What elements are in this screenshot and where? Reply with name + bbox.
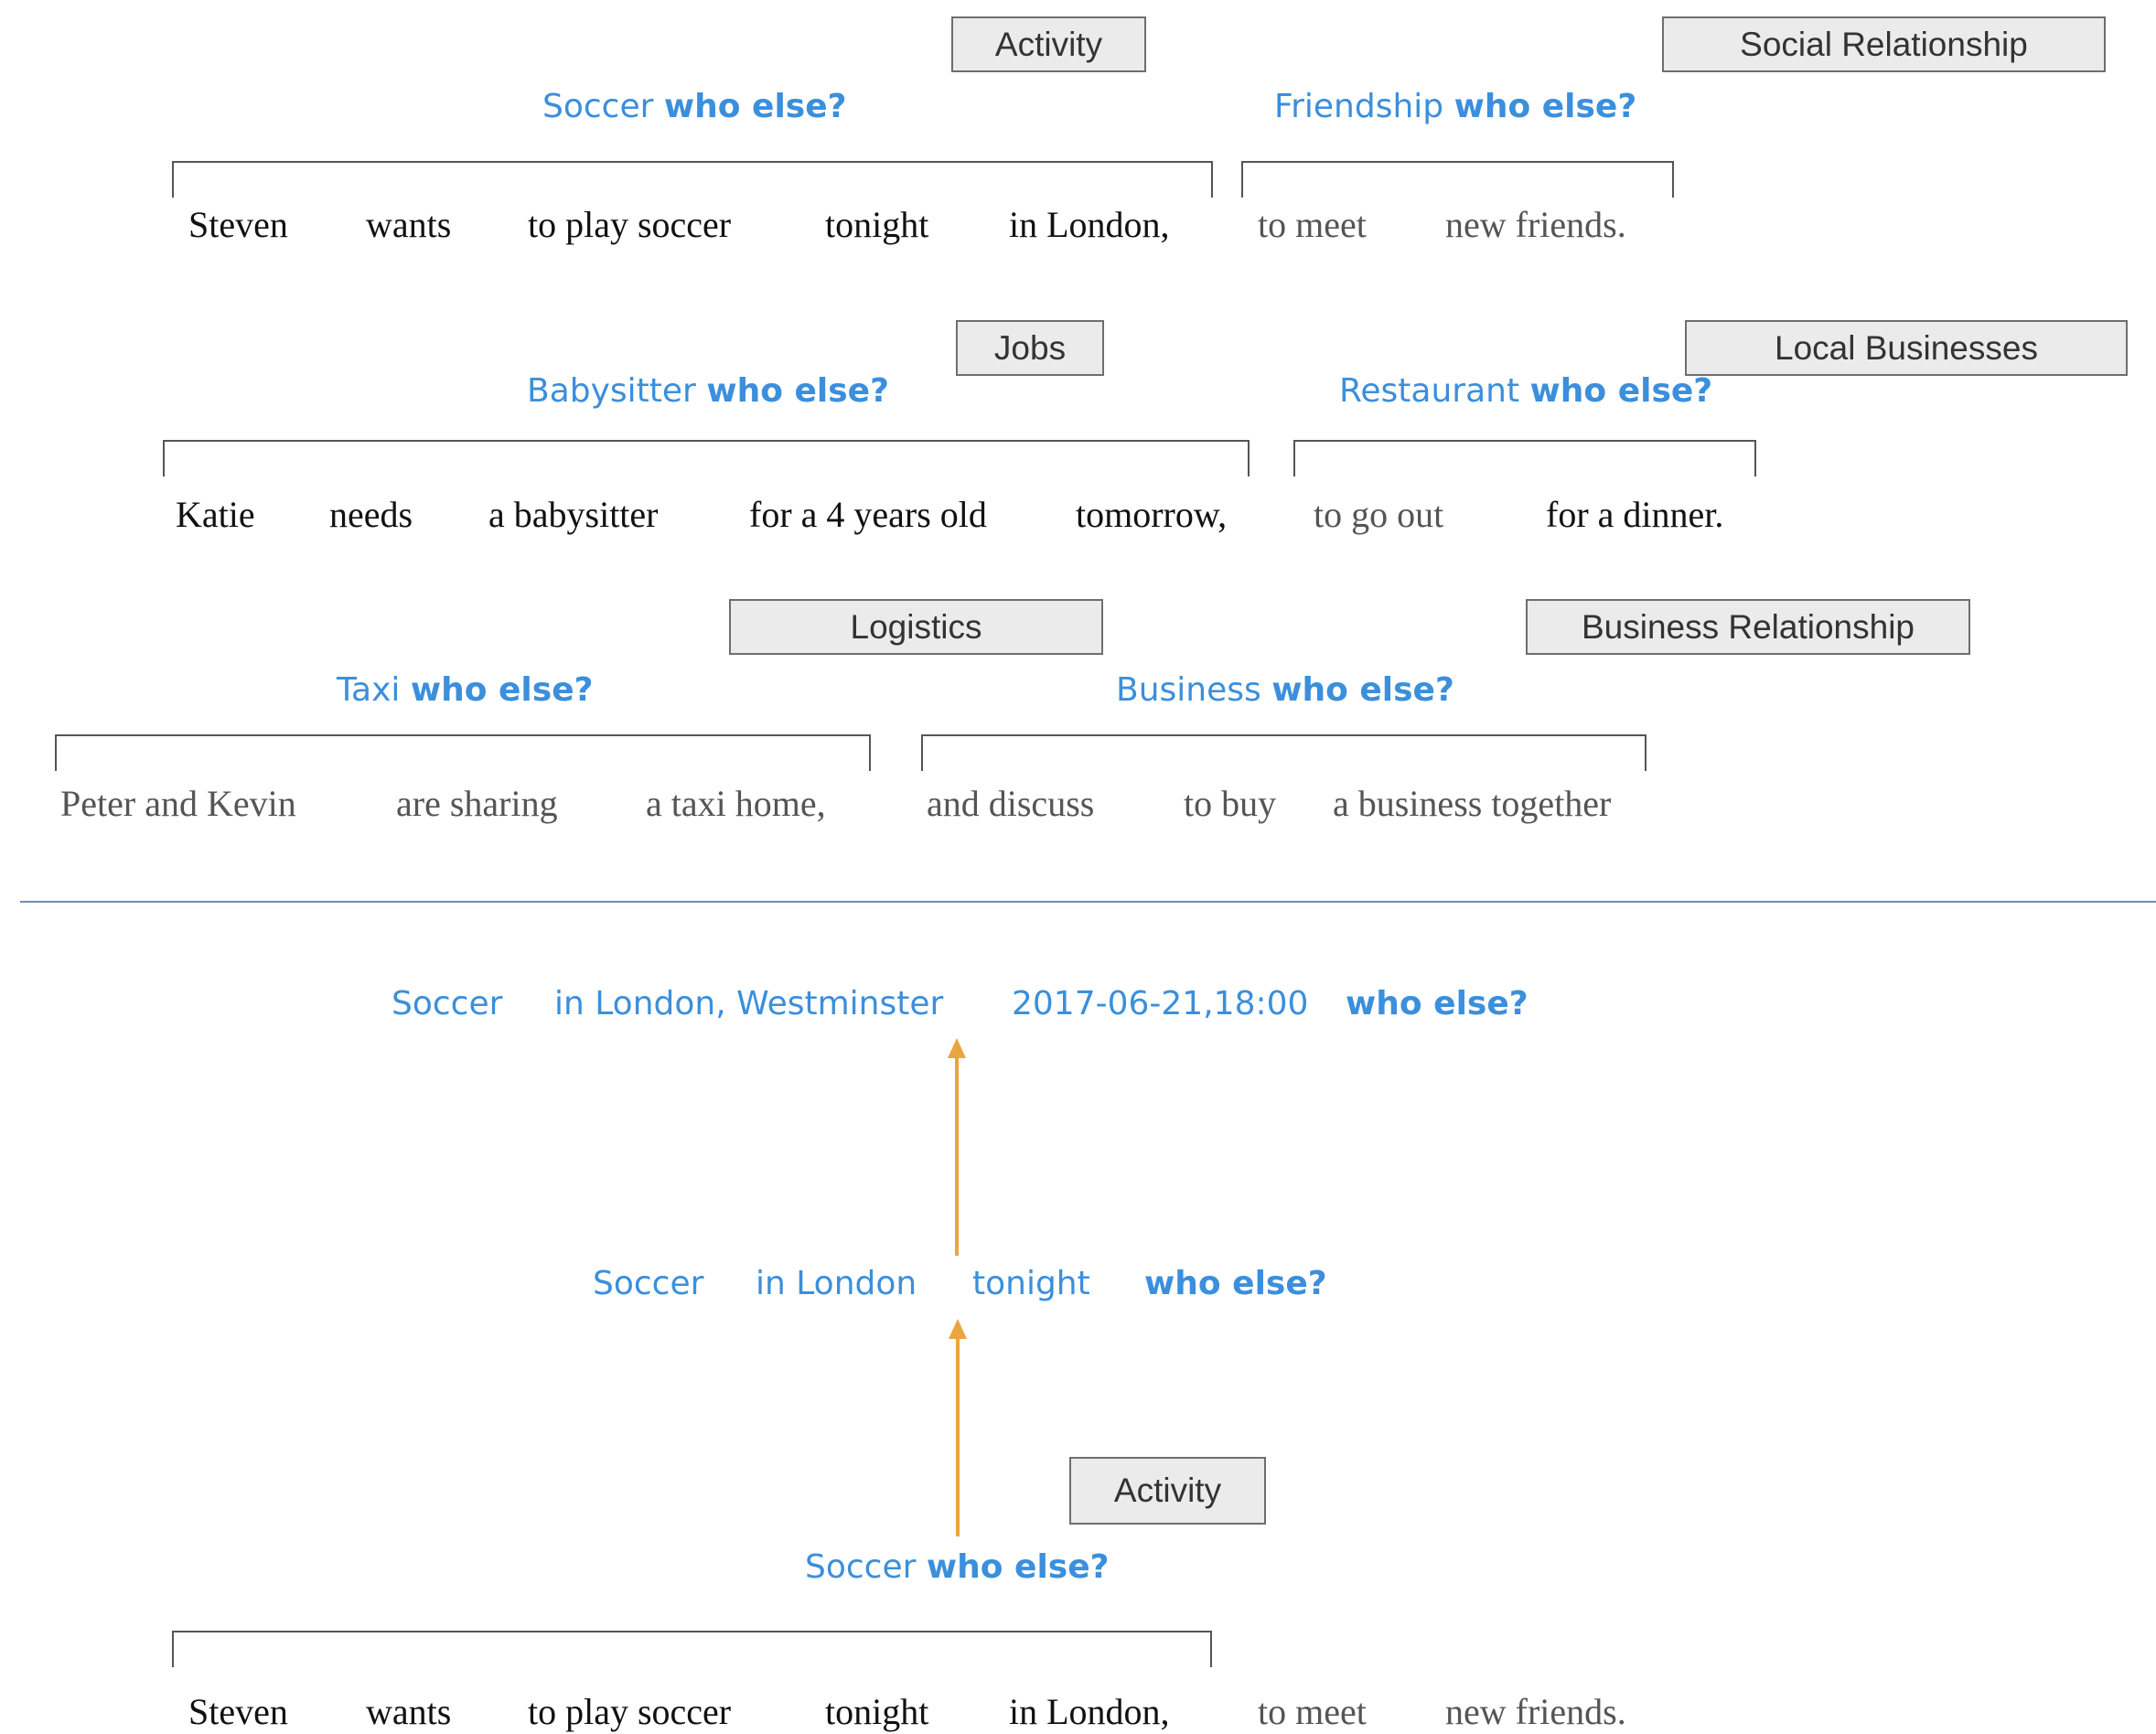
sentence-word: new friends. <box>1445 1691 1626 1732</box>
sentence-word: wants <box>366 204 452 245</box>
question-restaurant: Restaurant who else? <box>1339 372 1712 410</box>
sentence-word: in London, <box>1009 204 1170 245</box>
sentence-word: Steven <box>188 1691 288 1732</box>
question-topic: Business <box>1116 671 1261 709</box>
who-else-label: who else? <box>1144 1265 1327 1302</box>
query-term: Soccer <box>392 985 503 1022</box>
category-tag-jobs: Jobs <box>956 320 1104 376</box>
bracket-jobs-span <box>163 440 1250 476</box>
bracket-business-span <box>1293 440 1756 476</box>
bracket-logistics-span <box>55 734 871 771</box>
question-topic: Soccer <box>805 1548 917 1586</box>
sentence-word: a taxi home, <box>646 783 826 824</box>
query-term: Soccer <box>593 1265 704 1302</box>
who-else-label: who else? <box>1453 88 1637 125</box>
query-term: tonight <box>972 1265 1090 1302</box>
sentence-word: to buy <box>1184 783 1277 824</box>
sentence-word: tonight <box>825 1691 929 1732</box>
question-babysitter: Babysitter who else? <box>527 372 889 410</box>
sentence-word: wants <box>366 1691 452 1732</box>
bracket-activity-span <box>172 161 1213 198</box>
sentence-word: Katie <box>176 494 255 535</box>
who-else-label: who else? <box>926 1548 1110 1586</box>
sentence-word: are sharing <box>396 783 558 824</box>
sentence-word: new friends. <box>1445 204 1626 245</box>
category-tag-local-businesses: Local Businesses <box>1685 320 2128 376</box>
who-else-label: who else? <box>1346 985 1529 1022</box>
who-else-label: who else? <box>706 372 889 410</box>
question-soccer: Soccer who else? <box>805 1548 1110 1586</box>
question-soccer: Soccer who else? <box>542 88 847 125</box>
sentence-word: a business together <box>1333 783 1612 824</box>
category-tag-logistics: Logistics <box>729 599 1103 655</box>
question-friendship: Friendship who else? <box>1274 88 1636 125</box>
section-divider <box>20 901 2156 903</box>
who-else-label: who else? <box>1271 671 1454 709</box>
question-topic: Soccer <box>542 88 654 125</box>
question-topic: Restaurant <box>1339 372 1520 410</box>
sentence-word: tomorrow, <box>1076 494 1228 535</box>
bracket-activity-span <box>172 1631 1212 1667</box>
sentence-word: for a 4 years old <box>749 494 987 535</box>
question-topic: Taxi <box>337 671 401 709</box>
query-term: in London <box>756 1265 917 1302</box>
query-term: in London, Westminster <box>554 985 944 1022</box>
sentence-word: to play soccer <box>528 204 732 245</box>
who-else-label: who else? <box>410 671 594 709</box>
sentence-word: to meet <box>1258 204 1367 245</box>
bracket-business-relationship-span <box>921 734 1646 771</box>
sentence-word: a babysitter <box>488 494 659 535</box>
bracket-relationship-span <box>1241 161 1674 198</box>
who-else-label: who else? <box>663 88 847 125</box>
category-tag-activity: Activity <box>1069 1457 1266 1525</box>
category-tag-activity: Activity <box>951 16 1146 72</box>
category-tag-business-relationship: Business Relationship <box>1526 599 1970 655</box>
category-tag-social-relationship: Social Relationship <box>1662 16 2106 72</box>
query-term: 2017-06-21,18:00 <box>1012 985 1309 1022</box>
sentence-word: for a dinner. <box>1546 494 1724 535</box>
sentence-word: to go out <box>1314 494 1444 535</box>
question-business: Business who else? <box>1116 671 1454 709</box>
sentence-word: tonight <box>825 204 929 245</box>
sentence-word: needs <box>329 494 413 535</box>
question-topic: Babysitter <box>527 372 696 410</box>
who-else-label: who else? <box>1529 372 1713 410</box>
sentence-word: Peter and Kevin <box>60 783 296 824</box>
sentence-word: to play soccer <box>528 1691 732 1732</box>
question-taxi: Taxi who else? <box>337 671 594 709</box>
question-topic: Friendship <box>1274 88 1444 125</box>
sentence-word: to meet <box>1258 1691 1367 1732</box>
sentence-word: and discuss <box>927 783 1095 824</box>
arrow-up-bottom <box>949 1319 967 1536</box>
sentence-word: Steven <box>188 204 288 245</box>
sentence-word: in London, <box>1009 1691 1170 1732</box>
arrow-up-top <box>948 1038 966 1256</box>
